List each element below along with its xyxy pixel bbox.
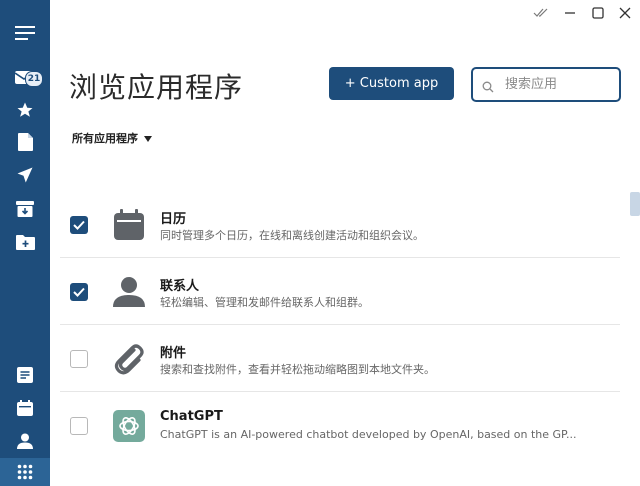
search-input[interactable] [505,74,611,94]
enable-checkbox[interactable] [70,216,88,234]
app-name: 日历 [160,212,187,227]
enable-checkbox[interactable] [70,417,88,435]
custom-app-button[interactable]: + Custom app [329,67,454,100]
notes-icon[interactable] [0,359,50,391]
app-filter-dropdown[interactable]: 所有应用程序 [72,130,152,146]
menu-icon[interactable] [0,17,50,49]
mail-icon[interactable]: 21 [0,62,50,94]
contact-person-icon [112,275,146,309]
contacts-icon[interactable] [0,425,50,457]
search-box[interactable] [471,67,621,102]
scrollbar-thumb[interactable] [630,192,640,216]
apps-grid-icon[interactable] [0,458,50,486]
enable-checkbox[interactable] [70,350,88,368]
app-description: ChatGPT is an AI-powered chatbot develop… [160,428,577,441]
maximize-icon[interactable] [586,3,610,23]
read-status-icon[interactable] [529,3,553,23]
list-item[interactable]: 日历 同时管理多个日历，在线和离线创建活动和组织会议。 [60,192,620,258]
app-description: 搜索和查找附件，查看并轻松拖动缩略图到本地文件夹。 [160,363,435,376]
app-name: 附件 [160,346,187,361]
sidebar: 21 [0,0,50,486]
list-item[interactable]: 附件 搜索和查找附件，查看并轻松拖动缩略图到本地文件夹。 [60,326,620,392]
paperclip-icon [112,342,146,376]
calendar-icon[interactable] [0,392,50,424]
folder-add-icon[interactable] [0,226,50,258]
minimize-icon[interactable] [558,3,582,23]
unread-badge: 21 [25,71,43,87]
calendar-icon [112,208,146,242]
main-content: 浏览应用程序 + Custom app 所有应用程序 日历 同时管理多个日历，在… [50,0,640,486]
document-icon[interactable] [0,126,50,158]
filter-label: 所有应用程序 [72,132,138,145]
archive-icon[interactable] [0,193,50,225]
search-icon [482,78,494,97]
chatgpt-logo-icon [112,409,146,443]
app-description: 同时管理多个日历，在线和离线创建活动和组织会议。 [160,229,424,242]
page-title: 浏览应用程序 [69,71,244,104]
enable-checkbox[interactable] [70,283,88,301]
app-name: ChatGPT [160,409,223,424]
list-item[interactable]: 联系人 轻松编辑、管理和发邮件给联系人和组群。 [60,259,620,325]
app-name: 联系人 [160,279,200,294]
send-icon[interactable] [0,159,50,191]
list-item[interactable]: ChatGPT ChatGPT is an AI-powered chatbot… [60,393,620,459]
caret-down-icon [144,135,152,142]
app-description: 轻松编辑、管理和发邮件给联系人和组群。 [160,296,369,309]
star-icon[interactable] [0,94,50,126]
close-icon[interactable] [613,3,637,23]
